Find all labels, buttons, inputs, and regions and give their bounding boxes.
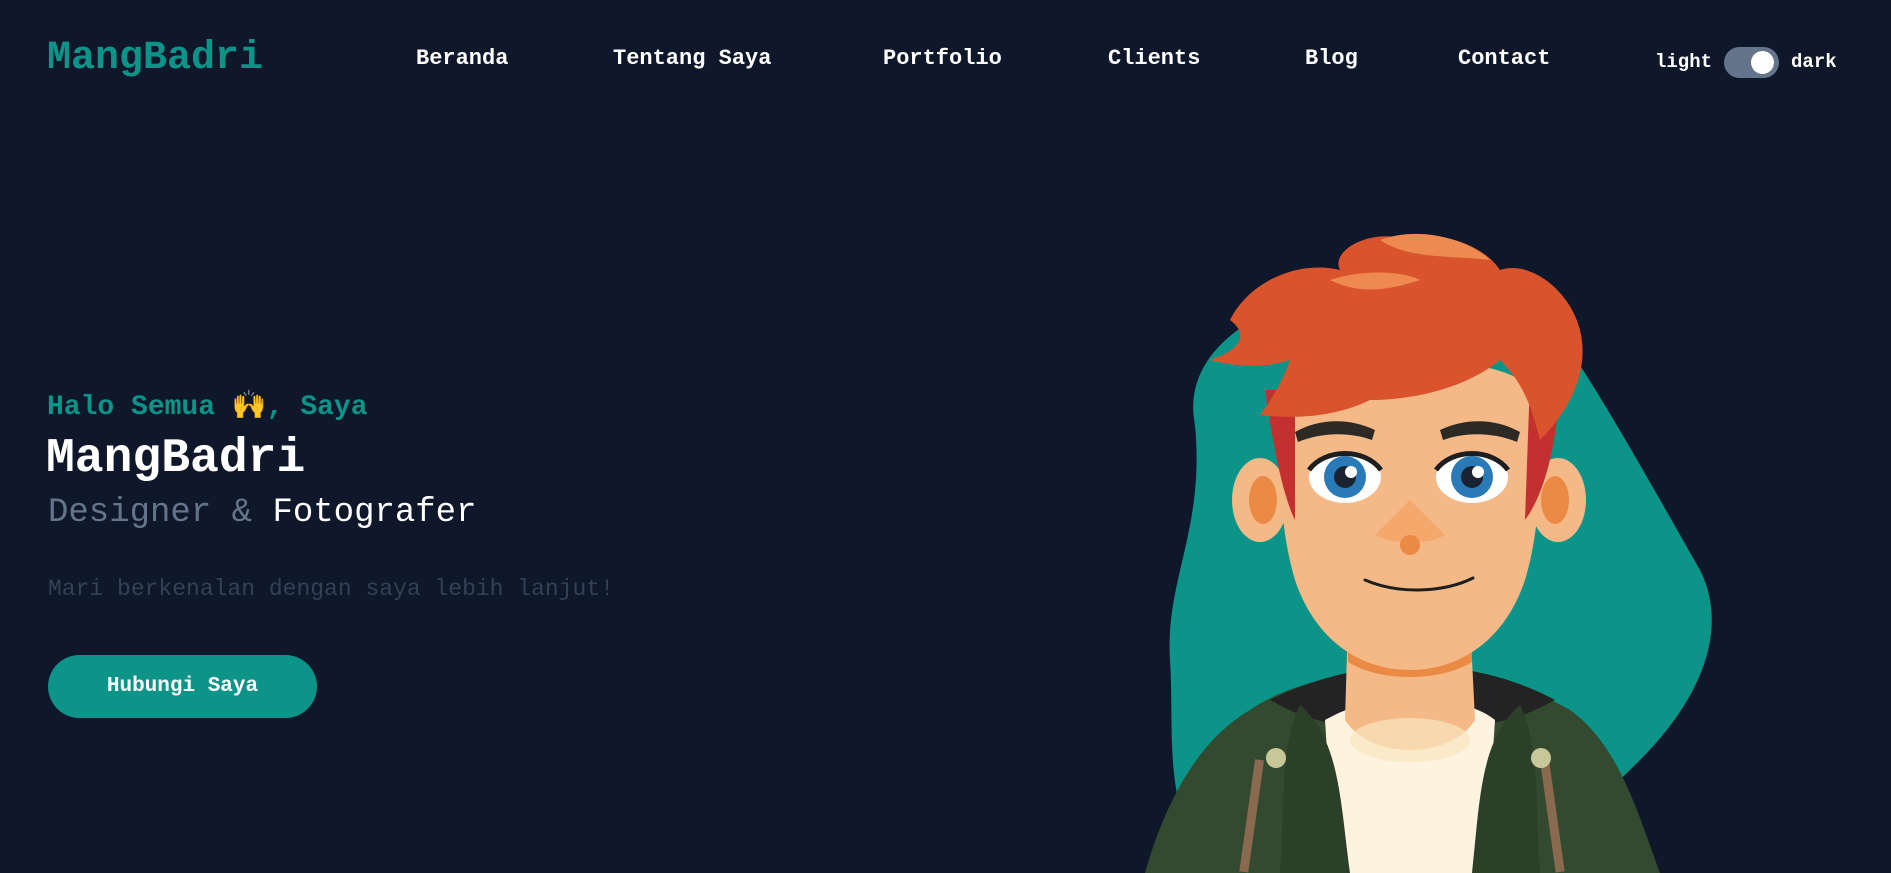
hero-tagline: Mari berkenalan dengan saya lebih lanjut… [48, 576, 614, 602]
nav-link-clients[interactable]: Clients [1108, 46, 1200, 71]
hero-roles: Designer & Fotografer [48, 494, 477, 532]
avatar-illustration [1100, 200, 1720, 873]
nav-link-tentang-saya[interactable]: Tentang Saya [613, 46, 771, 71]
avatar-svg [1145, 233, 1712, 873]
theme-toggle-switch[interactable] [1724, 46, 1780, 78]
role-separator: & [211, 494, 273, 532]
theme-dark-label: dark [1791, 51, 1837, 73]
hero-name: MangBadri [46, 432, 306, 486]
nav-link-contact[interactable]: Contact [1458, 46, 1550, 71]
role-designer: Designer [48, 494, 212, 532]
contact-me-button[interactable]: Hubungi Saya [48, 655, 317, 718]
top-navbar: MangBadri Beranda Tentang Saya Portfolio… [0, 0, 1891, 120]
role-fotografer: Fotografer [272, 494, 477, 532]
nav-link-portfolio[interactable]: Portfolio [883, 46, 1002, 71]
raising-hands-icon: 🙌 [231, 392, 267, 423]
nav-link-blog[interactable]: Blog [1305, 46, 1358, 71]
greeting-text: Halo Semua [47, 392, 232, 423]
theme-toggle-group: light dark [1655, 46, 1837, 78]
theme-light-label: light [1655, 51, 1713, 73]
toggle-knob [1751, 50, 1775, 74]
landing-page: MangBadri Beranda Tentang Saya Portfolio… [0, 0, 1891, 873]
hero-greeting: Halo Semua 🙌, Saya [47, 388, 368, 423]
nav-link-beranda[interactable]: Beranda [416, 46, 508, 71]
greeting-suffix: , Saya [266, 392, 368, 423]
brand-logo[interactable]: MangBadri [47, 36, 263, 81]
